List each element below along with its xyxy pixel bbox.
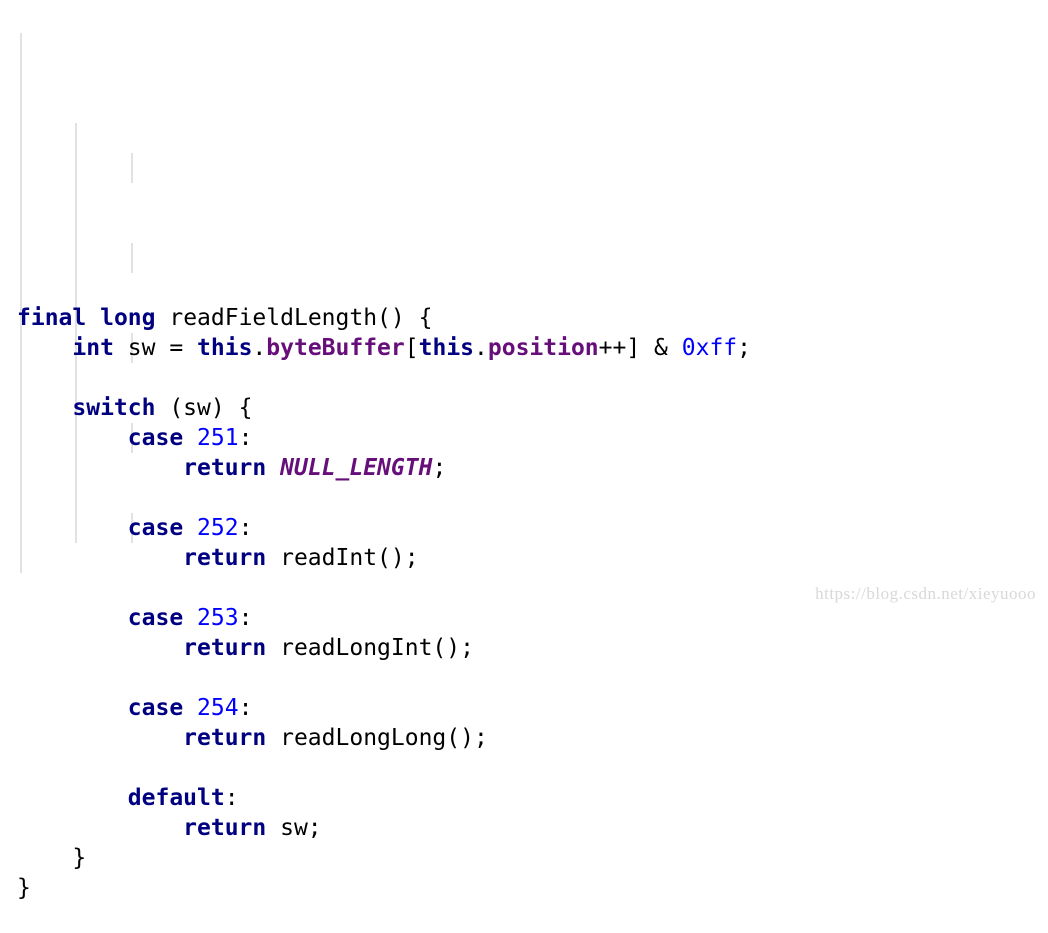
code-line: case 253: [17, 603, 751, 633]
number-literal-token: 252 [197, 515, 239, 541]
keyword-token: return [183, 455, 267, 481]
number-literal-token: 251 [197, 425, 239, 451]
keyword-token: return [183, 725, 267, 751]
text-token: ; [432, 455, 447, 481]
keyword-token: this [418, 335, 475, 361]
keyword-token: long [100, 305, 156, 331]
constant-token: NULL_LENGTH [280, 455, 433, 481]
code-line: case 251: [17, 423, 751, 453]
code-line: return readLongInt(); [17, 633, 751, 663]
text-token: readLongLong(); [266, 725, 488, 751]
keyword-token: case [127, 605, 184, 631]
keyword-token: case [127, 425, 184, 451]
text-token: : [238, 515, 253, 541]
text-token: (sw) { [155, 395, 253, 421]
code-line: } [17, 873, 751, 903]
text-token: . [474, 335, 488, 361]
keyword-token: int [72, 335, 114, 361]
number-literal-token: 253 [197, 605, 239, 631]
text-token: : [238, 695, 253, 721]
keyword-token: return [183, 635, 267, 661]
code-editor[interactable]: final long readFieldLength() { int sw = … [17, 3, 751, 933]
code-line: return readLongLong(); [17, 723, 751, 753]
code-line: case 254: [17, 693, 751, 723]
field-token: byteBuffer [266, 335, 405, 361]
text-token: : [238, 605, 253, 631]
number-literal-token: 0xff [681, 335, 738, 361]
text-token: readFieldLength() { [155, 305, 433, 331]
keyword-token: case [127, 695, 184, 721]
keyword-token: return [183, 545, 267, 571]
text-token: } [17, 875, 31, 901]
text-token: ++] & [598, 335, 682, 361]
code-line: case 252: [17, 513, 751, 543]
code-line: return sw; [17, 813, 751, 843]
indent-guide-case-251 [131, 153, 133, 183]
text-token: readInt(); [266, 545, 419, 571]
field-token: position [487, 335, 599, 361]
code-line: default: [17, 783, 751, 813]
number-literal-token: 254 [197, 695, 239, 721]
text-token: [ [404, 335, 419, 361]
text-token: : [224, 785, 239, 811]
text-token: : [238, 425, 253, 451]
code-line: } [17, 843, 751, 873]
text-token: . [252, 335, 267, 361]
code-line: return readInt(); [17, 543, 751, 573]
keyword-token: this [197, 335, 253, 361]
code-line: return NULL_LENGTH; [17, 453, 751, 483]
code-line: switch (sw) { [17, 393, 751, 423]
keyword-token: switch [72, 395, 156, 421]
text-token: } [17, 845, 87, 871]
indent-guide-case-252 [131, 243, 133, 273]
watermark-url: https://blog.csdn.net/xieyuooo [815, 584, 1036, 603]
code-line: int sw = this.byteBuffer[this.position++… [17, 333, 751, 363]
keyword-token: return [183, 815, 267, 841]
text-token: ; [737, 335, 751, 361]
code-lines: final long readFieldLength() { int sw = … [17, 303, 751, 903]
text-token: readLongInt(); [266, 635, 474, 661]
code-line: final long readFieldLength() { [17, 303, 751, 333]
keyword-token: final [17, 305, 87, 331]
keyword-token: case [127, 515, 184, 541]
keyword-token: default [127, 785, 225, 811]
text-token: sw = [113, 335, 198, 361]
text-token: sw; [266, 815, 322, 841]
